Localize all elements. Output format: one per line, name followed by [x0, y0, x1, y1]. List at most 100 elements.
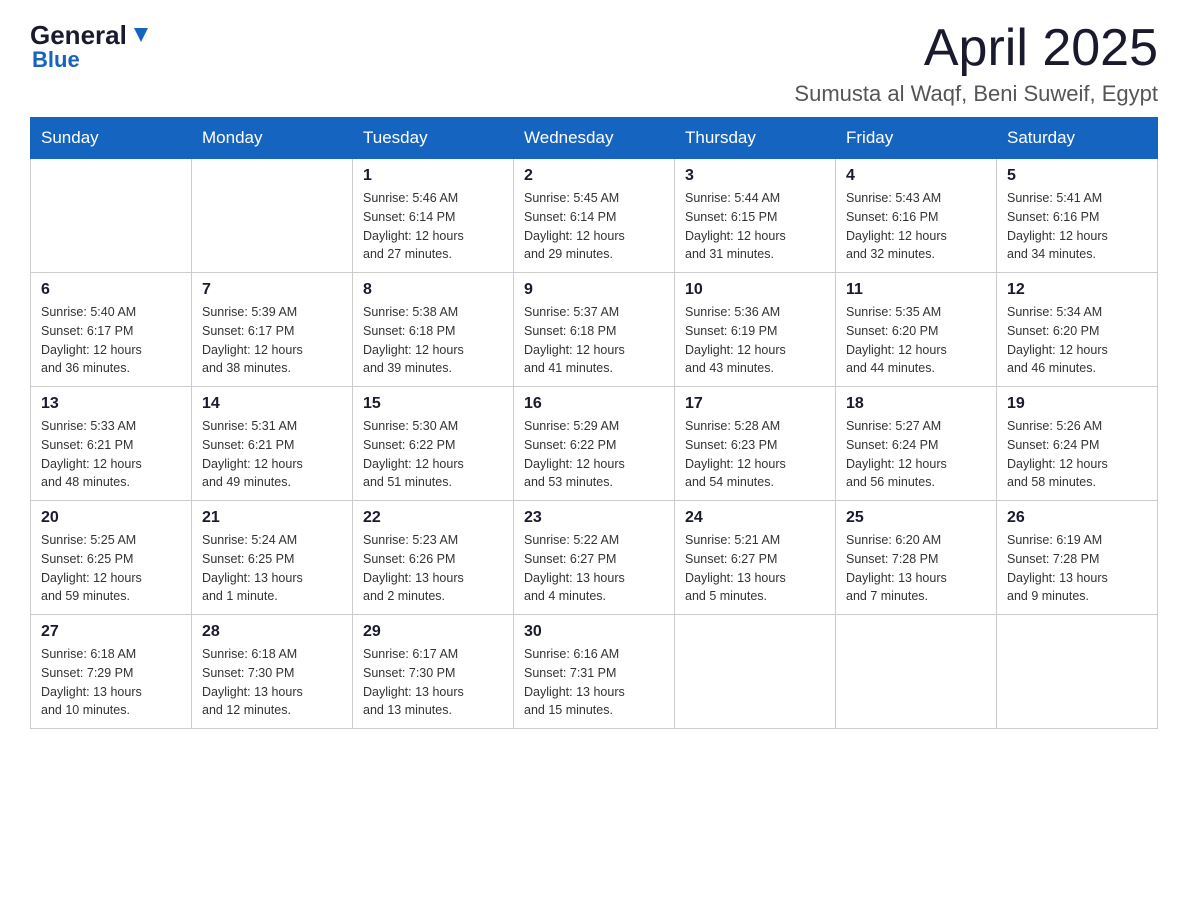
column-header-saturday: Saturday [997, 118, 1158, 159]
day-info: Sunrise: 5:41 AM Sunset: 6:16 PM Dayligh… [1007, 189, 1147, 264]
day-info: Sunrise: 5:45 AM Sunset: 6:14 PM Dayligh… [524, 189, 664, 264]
calendar-cell: 28 Sunrise: 6:18 AM Sunset: 7:30 PM Dayli… [192, 615, 353, 729]
column-header-monday: Monday [192, 118, 353, 159]
calendar-cell [675, 615, 836, 729]
day-info: Sunrise: 6:18 AM Sunset: 7:30 PM Dayligh… [202, 645, 342, 720]
logo-arrow-icon [130, 24, 152, 51]
calendar-cell: 2 Sunrise: 5:45 AM Sunset: 6:14 PM Daylig… [514, 159, 675, 273]
day-number: 2 [524, 167, 664, 185]
day-number: 16 [524, 395, 664, 413]
calendar-cell [997, 615, 1158, 729]
column-header-wednesday: Wednesday [514, 118, 675, 159]
calendar-week-row: 1 Sunrise: 5:46 AM Sunset: 6:14 PM Daylig… [31, 159, 1158, 273]
day-number: 25 [846, 509, 986, 527]
day-info: Sunrise: 6:18 AM Sunset: 7:29 PM Dayligh… [41, 645, 181, 720]
column-header-tuesday: Tuesday [353, 118, 514, 159]
logo-blue-text: Blue [30, 47, 80, 73]
day-info: Sunrise: 5:28 AM Sunset: 6:23 PM Dayligh… [685, 417, 825, 492]
day-number: 13 [41, 395, 181, 413]
column-header-thursday: Thursday [675, 118, 836, 159]
calendar-subtitle: Sumusta al Waqf, Beni Suweif, Egypt [794, 81, 1158, 107]
calendar-cell: 5Sunrise: 5:41 AM Sunset: 6:16 PM Daylig… [997, 159, 1158, 273]
day-number: 14 [202, 395, 342, 413]
day-info: Sunrise: 5:38 AM Sunset: 6:18 PM Dayligh… [363, 303, 503, 378]
calendar-cell: 4 Sunrise: 5:43 AM Sunset: 6:16 PM Daylig… [836, 159, 997, 273]
day-info: Sunrise: 5:33 AM Sunset: 6:21 PM Dayligh… [41, 417, 181, 492]
calendar-cell: 7 Sunrise: 5:39 AM Sunset: 6:17 PM Daylig… [192, 273, 353, 387]
day-number: 3 [685, 167, 825, 185]
calendar-cell: 30 Sunrise: 6:16 AM Sunset: 7:31 PM Dayli… [514, 615, 675, 729]
day-info: Sunrise: 5:25 AM Sunset: 6:25 PM Dayligh… [41, 531, 181, 606]
calendar-header-row: SundayMondayTuesdayWednesdayThursdayFrid… [31, 118, 1158, 159]
day-number: 26 [1007, 509, 1147, 527]
day-info: Sunrise: 5:23 AM Sunset: 6:26 PM Dayligh… [363, 531, 503, 606]
calendar-cell: 22 Sunrise: 5:23 AM Sunset: 6:26 PM Dayli… [353, 501, 514, 615]
calendar-cell: 13 Sunrise: 5:33 AM Sunset: 6:21 PM Dayli… [31, 387, 192, 501]
day-number: 17 [685, 395, 825, 413]
day-number: 18 [846, 395, 986, 413]
day-number: 23 [524, 509, 664, 527]
day-info: Sunrise: 5:30 AM Sunset: 6:22 PM Dayligh… [363, 417, 503, 492]
calendar-cell: 17 Sunrise: 5:28 AM Sunset: 6:23 PM Dayli… [675, 387, 836, 501]
calendar-cell: 27 Sunrise: 6:18 AM Sunset: 7:29 PM Dayli… [31, 615, 192, 729]
day-info: Sunrise: 5:40 AM Sunset: 6:17 PM Dayligh… [41, 303, 181, 378]
day-info: Sunrise: 6:17 AM Sunset: 7:30 PM Dayligh… [363, 645, 503, 720]
day-number: 12 [1007, 281, 1147, 299]
day-info: Sunrise: 6:16 AM Sunset: 7:31 PM Dayligh… [524, 645, 664, 720]
calendar-cell [31, 159, 192, 273]
day-number: 28 [202, 623, 342, 641]
day-info: Sunrise: 5:34 AM Sunset: 6:20 PM Dayligh… [1007, 303, 1147, 378]
day-info: Sunrise: 5:46 AM Sunset: 6:14 PM Dayligh… [363, 189, 503, 264]
day-number: 30 [524, 623, 664, 641]
calendar-cell [192, 159, 353, 273]
day-number: 29 [363, 623, 503, 641]
day-number: 11 [846, 281, 986, 299]
day-number: 4 [846, 167, 986, 185]
calendar-title: April 2025 [794, 20, 1158, 77]
column-header-friday: Friday [836, 118, 997, 159]
day-number: 21 [202, 509, 342, 527]
calendar-week-row: 13 Sunrise: 5:33 AM Sunset: 6:21 PM Dayli… [31, 387, 1158, 501]
day-number: 15 [363, 395, 503, 413]
day-number: 20 [41, 509, 181, 527]
calendar-cell: 15 Sunrise: 5:30 AM Sunset: 6:22 PM Dayli… [353, 387, 514, 501]
calendar-cell: 11Sunrise: 5:35 AM Sunset: 6:20 PM Dayli… [836, 273, 997, 387]
day-info: Sunrise: 5:24 AM Sunset: 6:25 PM Dayligh… [202, 531, 342, 606]
calendar-cell: 12 Sunrise: 5:34 AM Sunset: 6:20 PM Dayli… [997, 273, 1158, 387]
calendar-cell: 26 Sunrise: 6:19 AM Sunset: 7:28 PM Dayli… [997, 501, 1158, 615]
calendar-week-row: 27 Sunrise: 6:18 AM Sunset: 7:29 PM Dayli… [31, 615, 1158, 729]
day-info: Sunrise: 5:36 AM Sunset: 6:19 PM Dayligh… [685, 303, 825, 378]
day-info: Sunrise: 5:21 AM Sunset: 6:27 PM Dayligh… [685, 531, 825, 606]
day-number: 22 [363, 509, 503, 527]
day-number: 1 [363, 167, 503, 185]
calendar-cell: 10 Sunrise: 5:36 AM Sunset: 6:19 PM Dayli… [675, 273, 836, 387]
calendar-week-row: 20 Sunrise: 5:25 AM Sunset: 6:25 PM Dayli… [31, 501, 1158, 615]
calendar-cell: 25 Sunrise: 6:20 AM Sunset: 7:28 PM Dayli… [836, 501, 997, 615]
calendar-cell: 19 Sunrise: 5:26 AM Sunset: 6:24 PM Dayli… [997, 387, 1158, 501]
day-number: 7 [202, 281, 342, 299]
day-number: 6 [41, 281, 181, 299]
calendar-cell [836, 615, 997, 729]
day-info: Sunrise: 5:39 AM Sunset: 6:17 PM Dayligh… [202, 303, 342, 378]
column-header-sunday: Sunday [31, 118, 192, 159]
day-info: Sunrise: 5:29 AM Sunset: 6:22 PM Dayligh… [524, 417, 664, 492]
calendar-cell: 16 Sunrise: 5:29 AM Sunset: 6:22 PM Dayli… [514, 387, 675, 501]
day-info: Sunrise: 5:37 AM Sunset: 6:18 PM Dayligh… [524, 303, 664, 378]
day-info: Sunrise: 6:19 AM Sunset: 7:28 PM Dayligh… [1007, 531, 1147, 606]
calendar-cell: 3Sunrise: 5:44 AM Sunset: 6:15 PM Daylig… [675, 159, 836, 273]
day-info: Sunrise: 6:20 AM Sunset: 7:28 PM Dayligh… [846, 531, 986, 606]
day-number: 27 [41, 623, 181, 641]
calendar-cell: 18Sunrise: 5:27 AM Sunset: 6:24 PM Dayli… [836, 387, 997, 501]
calendar-week-row: 6 Sunrise: 5:40 AM Sunset: 6:17 PM Daylig… [31, 273, 1158, 387]
calendar-header-right: April 2025 Sumusta al Waqf, Beni Suweif,… [794, 20, 1158, 107]
day-info: Sunrise: 5:26 AM Sunset: 6:24 PM Dayligh… [1007, 417, 1147, 492]
calendar-cell: 20 Sunrise: 5:25 AM Sunset: 6:25 PM Dayli… [31, 501, 192, 615]
day-info: Sunrise: 5:31 AM Sunset: 6:21 PM Dayligh… [202, 417, 342, 492]
calendar-cell: 1 Sunrise: 5:46 AM Sunset: 6:14 PM Daylig… [353, 159, 514, 273]
logo: General Blue [30, 20, 152, 73]
day-number: 19 [1007, 395, 1147, 413]
day-number: 10 [685, 281, 825, 299]
day-number: 9 [524, 281, 664, 299]
day-info: Sunrise: 5:43 AM Sunset: 6:16 PM Dayligh… [846, 189, 986, 264]
calendar-cell: 23Sunrise: 5:22 AM Sunset: 6:27 PM Dayli… [514, 501, 675, 615]
